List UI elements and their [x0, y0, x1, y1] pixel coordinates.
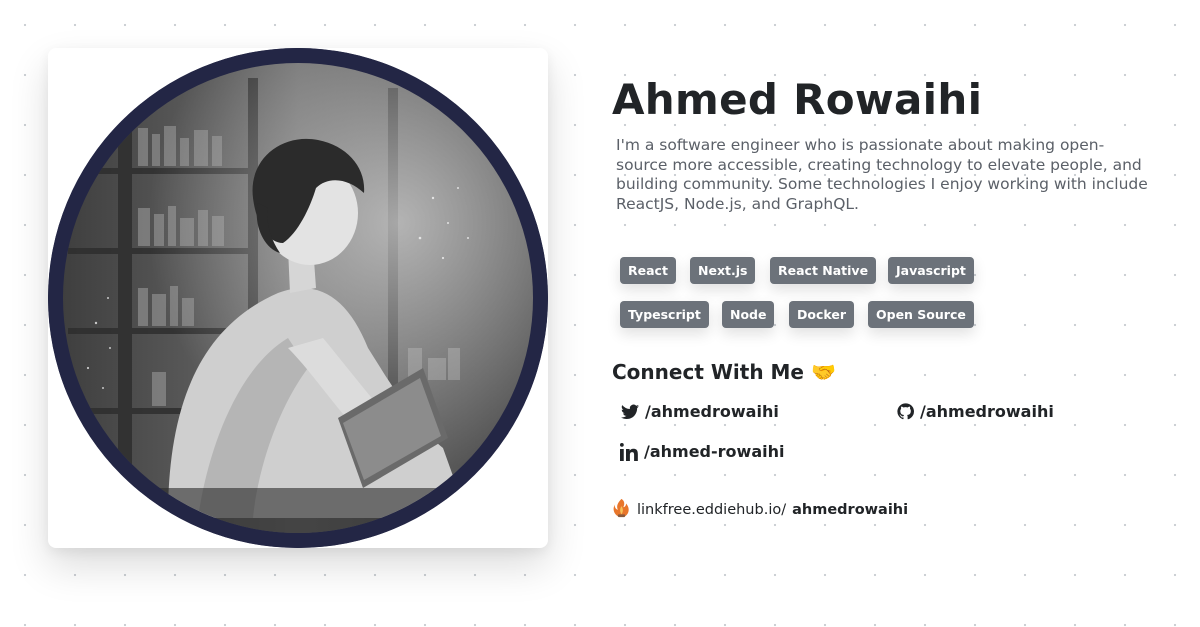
- avatar-illustration: [48, 48, 548, 548]
- skill-chip-javascript: Javascript: [888, 257, 974, 284]
- twitter-icon: [621, 404, 639, 420]
- github-icon: [897, 403, 914, 420]
- skill-chip-react-native: React Native: [770, 257, 877, 284]
- linkfree-url-prefix: linkfree.eddiehub.io/: [637, 502, 787, 518]
- twitter-link[interactable]: /ahmedrowaihi: [621, 402, 779, 421]
- skill-chip-docker: Docker: [789, 301, 854, 328]
- github-handle: /ahmedrowaihi: [920, 402, 1054, 421]
- skill-chip-open-source: Open Source: [868, 301, 974, 328]
- skill-chip-typescript: Typescript: [620, 301, 709, 328]
- skill-chip-react: React: [620, 257, 676, 284]
- linkfree-logo-icon: [612, 498, 631, 522]
- skill-chip-node: Node: [722, 301, 775, 328]
- connect-heading: Connect With Me 🤝: [612, 360, 836, 384]
- twitter-handle: /ahmedrowaihi: [645, 402, 779, 421]
- profile-name: Ahmed Rowaihi: [612, 75, 983, 124]
- profile-photo-card: [48, 48, 548, 548]
- profile-bio: I'm a software engineer who is passionat…: [616, 136, 1148, 213]
- linkfree-username: ahmedrowaihi: [792, 502, 909, 518]
- avatar: [48, 48, 548, 548]
- linkedin-link[interactable]: /ahmed-rowaihi: [620, 442, 784, 461]
- linkedin-icon: [620, 442, 638, 461]
- github-link[interactable]: /ahmedrowaihi: [897, 402, 1054, 421]
- linkfree-footer[interactable]: linkfree.eddiehub.io/ ahmedrowaihi: [612, 498, 908, 522]
- skill-chip-nextjs: Next.js: [690, 257, 756, 284]
- linkedin-handle: /ahmed-rowaihi: [644, 442, 785, 461]
